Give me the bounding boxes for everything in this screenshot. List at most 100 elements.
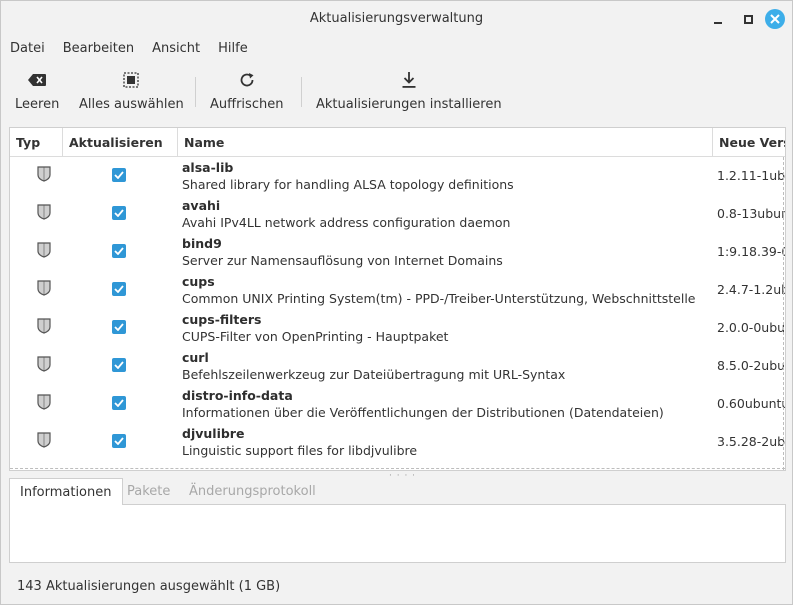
refresh-icon <box>240 73 254 87</box>
checkmark-icon <box>114 323 124 331</box>
package-cell: avahi Avahi IPv4LL network address config… <box>182 198 510 232</box>
column-header-new-version[interactable]: Neue Versi <box>713 128 785 157</box>
title-bar: Aktualisierungsverwaltung <box>1 1 792 37</box>
package-name: djvulibre <box>182 426 245 441</box>
package-name: cups <box>182 274 215 289</box>
table-row[interactable]: djvulibre Linguistic support files for li… <box>10 423 785 461</box>
status-text: 143 Aktualisierungen ausgewählt (1 GB) <box>17 579 281 594</box>
package-cell: cups Common UNIX Printing System(tm) - PP… <box>182 274 696 308</box>
table-focus-border <box>10 468 785 469</box>
update-checkbox[interactable] <box>112 206 126 220</box>
package-new-version: 2.4.7-1.2ub <box>717 282 786 297</box>
package-cell: djvulibre Linguistic support files for li… <box>182 426 417 460</box>
table-focus-border <box>783 157 784 470</box>
package-new-version: 1.2.11-1ubu <box>717 168 786 183</box>
close-button[interactable] <box>765 9 785 29</box>
column-header-name[interactable]: Name <box>178 128 713 157</box>
refresh-label: Auffrischen <box>210 97 284 112</box>
column-header-update[interactable]: Aktualisieren <box>63 128 178 157</box>
package-description: CUPS-Filter von OpenPrinting - Hauptpake… <box>182 329 449 344</box>
checkmark-icon <box>114 437 124 445</box>
toolbar: Leeren Alles auswählen Auffrischen Aktua… <box>1 65 792 121</box>
package-cell: distro-info-data Informationen über die V… <box>182 388 664 422</box>
package-description: Common UNIX Printing System(tm) - PPD-/T… <box>182 291 696 306</box>
package-name: distro-info-data <box>182 388 293 403</box>
security-shield-icon <box>37 204 51 224</box>
package-name: cups-filters <box>182 312 262 327</box>
package-new-version: 0.8-13ubun <box>717 206 786 221</box>
window-title: Aktualisierungsverwaltung <box>309 11 484 26</box>
updates-table: Typ Aktualisieren Name Neue Versi alsa-l… <box>9 127 786 471</box>
tab-information[interactable]: Informationen <box>9 478 123 506</box>
security-shield-icon <box>37 280 51 300</box>
update-checkbox[interactable] <box>112 320 126 334</box>
update-checkbox[interactable] <box>112 168 126 182</box>
table-row[interactable]: distro-info-data Informationen über die V… <box>10 385 785 423</box>
refresh-button[interactable]: Auffrischen <box>210 69 283 112</box>
details-panel <box>9 505 786 563</box>
install-updates-label: Aktualisierungen installieren <box>316 97 502 112</box>
menu-help[interactable]: Hilfe <box>209 39 257 61</box>
package-name: bind9 <box>182 236 222 251</box>
clear-button[interactable]: Leeren <box>15 69 59 112</box>
column-header-type[interactable]: Typ <box>10 128 63 157</box>
update-checkbox[interactable] <box>112 396 126 410</box>
security-shield-icon <box>37 432 51 452</box>
menu-edit[interactable]: Bearbeiten <box>54 39 143 61</box>
select-all-icon <box>123 72 139 88</box>
toolbar-separator <box>301 77 302 107</box>
update-checkbox[interactable] <box>112 244 126 258</box>
install-updates-button[interactable]: Aktualisierungen installieren <box>316 69 502 112</box>
details-tab-bar: Informationen Pakete Änderungsprotokoll <box>9 478 786 506</box>
tab-packages[interactable]: Pakete <box>117 478 180 505</box>
checkmark-icon <box>114 285 124 293</box>
update-checkbox[interactable] <box>112 282 126 296</box>
update-checkbox[interactable] <box>112 434 126 448</box>
select-all-button[interactable]: Alles auswählen <box>79 69 184 112</box>
package-new-version: 1:9.18.39-0 <box>717 244 786 259</box>
table-row[interactable]: cups Common UNIX Printing System(tm) - PP… <box>10 271 785 309</box>
table-row[interactable]: curl Befehlszeilenwerkzeug zur Dateiübert… <box>10 347 785 385</box>
checkmark-icon <box>114 171 124 179</box>
table-row[interactable]: avahi Avahi IPv4LL network address config… <box>10 195 785 233</box>
package-description: Shared library for handling ALSA topolog… <box>182 177 514 192</box>
table-row[interactable]: cups-filters CUPS-Filter von OpenPrinting… <box>10 309 785 347</box>
package-description: Server zur Namensauflösung von Internet … <box>182 253 503 268</box>
package-description: Avahi IPv4LL network address configurati… <box>182 215 511 230</box>
package-cell: curl Befehlszeilenwerkzeug zur Dateiübert… <box>182 350 565 384</box>
update-checkbox[interactable] <box>112 358 126 372</box>
package-name: avahi <box>182 198 221 213</box>
table-row[interactable]: alsa-lib Shared library for handling ALSA… <box>10 157 785 195</box>
toolbar-separator <box>195 77 196 107</box>
menu-view[interactable]: Ansicht <box>143 39 209 61</box>
security-shield-icon <box>37 318 51 338</box>
package-cell: cups-filters CUPS-Filter von OpenPrinting… <box>182 312 448 346</box>
security-shield-icon <box>37 242 51 262</box>
package-description: Informationen über die Veröffentlichunge… <box>182 405 664 420</box>
menu-bar: Datei Bearbeiten Ansicht Hilfe <box>1 39 257 61</box>
security-shield-icon <box>37 356 51 376</box>
package-description: Linguistic support files for libdjvulibr… <box>182 443 418 458</box>
checkmark-icon <box>114 399 124 407</box>
maximize-button[interactable] <box>738 9 758 29</box>
table-row[interactable]: bind9 Server zur Namensauflösung von Inte… <box>10 233 785 271</box>
package-new-version: 8.5.0-2ubu <box>717 358 786 373</box>
menu-file[interactable]: Datei <box>1 39 54 61</box>
package-cell: alsa-lib Shared library for handling ALSA… <box>182 160 514 194</box>
close-icon <box>770 14 780 24</box>
tab-changelog[interactable]: Änderungsprotokoll <box>179 478 326 505</box>
backspace-icon <box>28 74 47 86</box>
package-cell: bind9 Server zur Namensauflösung von Inte… <box>182 236 503 270</box>
clear-label: Leeren <box>15 97 60 112</box>
table-header: Typ Aktualisieren Name Neue Versi <box>10 128 785 157</box>
minimize-icon <box>714 22 722 24</box>
package-new-version: 0.60ubuntu <box>717 396 786 411</box>
package-name: alsa-lib <box>182 160 234 175</box>
maximize-icon <box>743 14 753 24</box>
minimize-button[interactable] <box>708 9 728 29</box>
package-name: curl <box>182 350 209 365</box>
checkmark-icon <box>114 209 124 217</box>
package-new-version: 3.5.28-2ubu <box>717 434 786 449</box>
package-description: Befehlszeilenwerkzeug zur Dateiübertragu… <box>182 367 566 382</box>
download-icon <box>402 72 416 88</box>
